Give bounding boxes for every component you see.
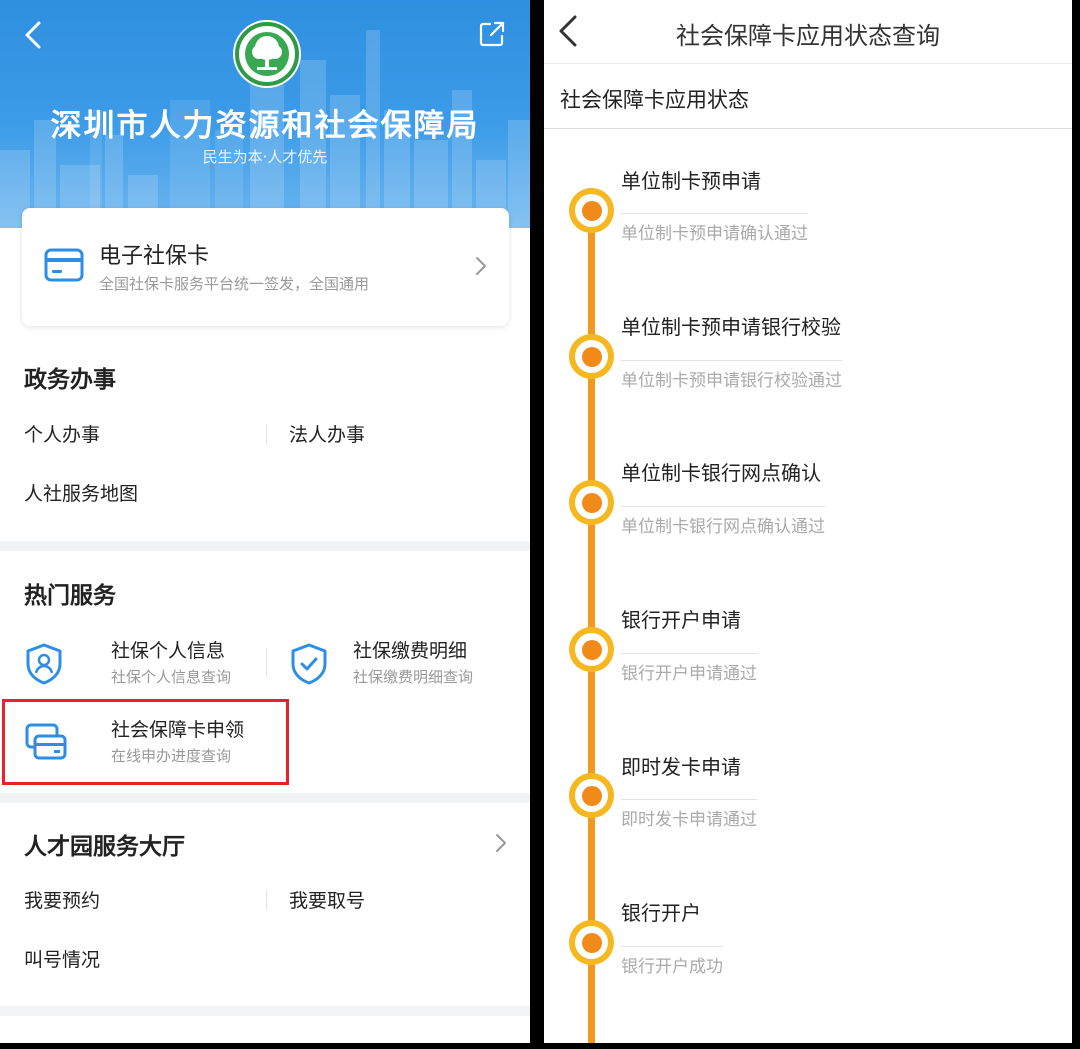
electronic-social-card-entry[interactable]: 电子社保卡 全国社保卡服务平台统一签发，全国通用	[22, 208, 509, 326]
service-title: 社保缴费明细	[353, 640, 468, 662]
call-status-link[interactable]: 叫号情况	[24, 945, 100, 972]
personal-affairs-link[interactable]: 个人办事	[24, 420, 100, 447]
step-label: 单位制卡银行网点确认	[621, 461, 821, 485]
step-marker-icon	[569, 480, 614, 525]
step-label: 银行开户申请	[621, 608, 741, 632]
step-desc: 银行开户申请通过	[621, 653, 757, 684]
card-icon	[44, 248, 84, 282]
divider	[266, 890, 267, 910]
share-button[interactable]	[478, 20, 508, 50]
corporate-affairs-link[interactable]: 法人办事	[289, 420, 365, 447]
page-subtitle: 民生为本·人才优先	[202, 148, 328, 166]
step-marker-icon	[569, 627, 614, 672]
section-divider	[0, 541, 530, 551]
divider	[266, 648, 267, 676]
shield-user-icon	[26, 643, 62, 685]
share-external-icon	[479, 21, 505, 47]
step-desc: 单位制卡预申请银行校验通过	[621, 360, 842, 391]
service-title: 社保个人信息	[111, 640, 226, 662]
chevron-right-icon	[476, 257, 486, 275]
back-button[interactable]	[16, 18, 50, 52]
talent-hall-title[interactable]: 人才园服务大厅	[24, 827, 185, 861]
right-screen: 社会保障卡应用状态查询 社会保障卡应用状态 单位制卡预申请 单位制卡预申请确认通…	[544, 0, 1072, 1043]
chevron-left-icon	[25, 21, 41, 49]
ecard-title: 电子社保卡	[99, 244, 210, 269]
bureau-logo	[233, 20, 301, 88]
section-divider	[0, 793, 530, 803]
page-title: 深圳市人力资源和社会保障局	[50, 108, 480, 144]
step-label: 银行开户	[621, 901, 701, 925]
service-subtitle: 社保个人信息查询	[111, 668, 232, 686]
step-marker-icon	[569, 188, 614, 233]
shield-check-icon	[291, 643, 327, 685]
step-marker-icon	[569, 334, 614, 379]
service-map-link[interactable]: 人社服务地图	[24, 479, 138, 506]
hot-services-title: 热门服务	[24, 583, 116, 609]
left-screen: 深圳市人力资源和社会保障局 民生为本·人才优先 电子社保卡 全国社保卡服务平台统…	[0, 0, 530, 1043]
highlight-box	[2, 699, 289, 785]
header-banner: 深圳市人力资源和社会保障局 民生为本·人才优先	[0, 0, 530, 228]
gov-affairs-title: 政务办事	[24, 367, 116, 393]
step-desc: 单位制卡预申请确认通过	[621, 213, 808, 244]
take-number-link[interactable]: 我要取号	[289, 886, 365, 913]
step-desc: 即时发卡申请通过	[621, 799, 757, 830]
section-divider	[0, 1006, 530, 1016]
page-title: 社会保障卡应用状态查询	[676, 22, 940, 50]
step-label: 即时发卡申请	[621, 755, 741, 779]
divider	[266, 424, 267, 444]
step-marker-icon	[569, 773, 614, 818]
service-subtitle: 社保缴费明细查询	[353, 668, 474, 686]
ecard-subtitle: 全国社保卡服务平台统一签发，全国通用	[99, 275, 370, 293]
step-desc: 银行开户成功	[621, 946, 723, 977]
step-label: 单位制卡预申请银行校验	[621, 315, 841, 339]
divider	[544, 63, 1072, 64]
step-desc: 单位制卡银行网点确认通过	[621, 506, 825, 537]
tree-emblem-icon	[235, 22, 299, 86]
chevron-right-icon[interactable]	[495, 833, 507, 853]
divider	[544, 128, 1072, 129]
section-title: 社会保障卡应用状态	[560, 88, 749, 112]
appointment-link[interactable]: 我要预约	[24, 886, 100, 913]
step-label: 单位制卡预申请	[621, 169, 761, 193]
step-marker-icon	[569, 920, 614, 965]
